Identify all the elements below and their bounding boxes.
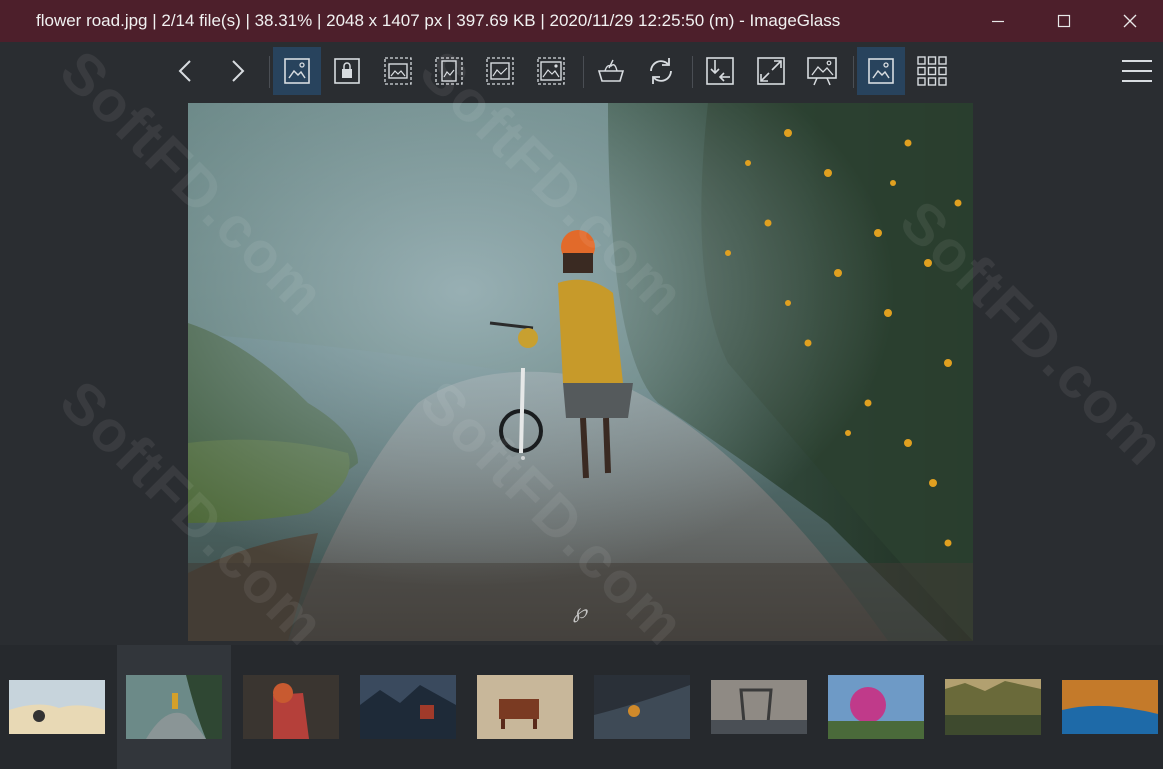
scale-width-icon — [384, 57, 412, 85]
auto-zoom-button[interactable] — [273, 47, 321, 95]
chevron-left-icon — [178, 60, 191, 82]
close-icon — [1123, 14, 1137, 28]
main-image: ℘ — [188, 103, 973, 641]
scale-to-height-button[interactable] — [425, 47, 473, 95]
scale-to-width-button[interactable] — [374, 47, 422, 95]
tray-icon — [597, 59, 625, 82]
toolbar-separator — [853, 56, 854, 88]
maximize-button[interactable] — [1031, 0, 1097, 42]
image-fit-icon — [284, 58, 310, 84]
thumb-flower-road[interactable] — [117, 645, 231, 769]
toolbar — [0, 42, 1163, 100]
image-icon — [868, 58, 894, 84]
scale-fill-icon — [537, 57, 565, 85]
full-screen-button[interactable] — [747, 47, 795, 95]
minimize-icon — [992, 20, 1004, 23]
thumb-pink-tree[interactable] — [819, 645, 933, 769]
rotate-button[interactable] — [637, 47, 685, 95]
toolbar-separator — [583, 56, 584, 88]
scale-height-icon — [435, 57, 463, 85]
thumb-mountain-range[interactable] — [351, 645, 465, 769]
svg-text:℘: ℘ — [573, 601, 588, 623]
import-icon — [706, 57, 734, 85]
thumbnail-bar — [0, 645, 1163, 769]
chevron-right-icon — [232, 60, 245, 82]
main-menu-button[interactable] — [1113, 47, 1161, 95]
minimize-button-ctl[interactable] — [965, 0, 1031, 42]
open-file-button[interactable] — [696, 47, 744, 95]
maximize-icon — [1057, 14, 1071, 28]
thumb-brown-cow[interactable] — [468, 645, 582, 769]
hamburger-menu-icon — [1122, 60, 1152, 82]
thumb-dark-autumn[interactable] — [585, 645, 699, 769]
color-picker-button[interactable] — [587, 47, 635, 95]
thumb-old-bridge[interactable] — [702, 645, 816, 769]
lock-icon — [334, 58, 360, 84]
thumb-foggy-hills[interactable] — [0, 645, 114, 769]
rotate-icon — [650, 58, 672, 84]
thumbnail-bar-button[interactable] — [857, 47, 905, 95]
slideshow-button[interactable] — [798, 47, 846, 95]
lock-zoom-button[interactable] — [323, 47, 371, 95]
grid-icon — [917, 56, 947, 86]
previous-image-button[interactable] — [162, 47, 210, 95]
gallery-button[interactable] — [908, 47, 956, 95]
thumb-red-umbrella[interactable] — [234, 645, 348, 769]
scale-to-fit-button[interactable] — [476, 47, 524, 95]
thumb-misty-forest[interactable] — [936, 645, 1050, 769]
scale-fit-icon — [486, 57, 514, 85]
expand-icon — [757, 57, 785, 85]
close-button[interactable] — [1097, 0, 1163, 42]
toolbar-separator — [692, 56, 693, 88]
toolbar-separator — [269, 56, 270, 88]
slideshow-icon — [807, 57, 837, 86]
thumb-blue-lake[interactable] — [1053, 645, 1163, 769]
window-title: flower road.jpg | 2/14 file(s) | 38.31% … — [36, 11, 841, 30]
image-viewer[interactable]: ℘ — [0, 100, 1163, 645]
next-image-button[interactable] — [213, 47, 261, 95]
scale-to-fill-button[interactable] — [527, 47, 575, 95]
